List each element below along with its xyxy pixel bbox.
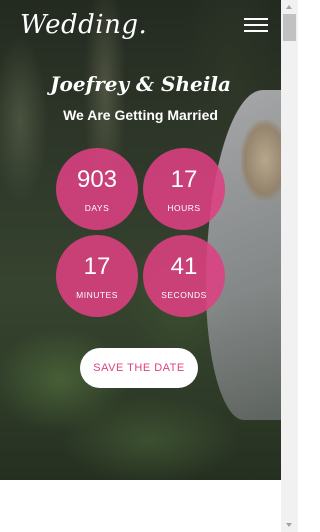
- hero-section: Wedding. Joefrey & Sheila We Are Getting…: [0, 0, 281, 480]
- countdown-hours-label: HOURS: [167, 203, 201, 213]
- couple-names: Joefrey & Sheila: [50, 72, 231, 96]
- scroll-up-arrow-icon[interactable]: [281, 0, 298, 14]
- countdown-days-value: 903: [76, 166, 118, 193]
- countdown-minutes: 17 MINUTES: [56, 235, 138, 317]
- tagline: We Are Getting Married: [63, 107, 218, 123]
- vertical-scrollbar[interactable]: [281, 0, 298, 532]
- save-the-date-button[interactable]: SAVE THE DATE: [80, 348, 198, 388]
- countdown-days: 903 DAYS: [56, 148, 138, 230]
- countdown-days-label: DAYS: [84, 203, 110, 213]
- countdown-minutes-label: MINUTES: [76, 290, 118, 300]
- site-logo[interactable]: Wedding.: [20, 10, 147, 40]
- countdown-seconds-value: 41: [170, 253, 198, 280]
- page-viewport: Wedding. Joefrey & Sheila We Are Getting…: [0, 0, 281, 532]
- countdown-seconds: 41 SECONDS: [143, 235, 225, 317]
- countdown-hours-value: 17: [170, 166, 198, 193]
- countdown-minutes-value: 17: [83, 253, 111, 280]
- hamburger-menu-button[interactable]: [244, 16, 268, 34]
- hamburger-icon: [244, 18, 268, 20]
- countdown-hours: 17 HOURS: [143, 148, 225, 230]
- scroll-down-arrow-icon[interactable]: [281, 518, 298, 532]
- scrollbar-thumb[interactable]: [283, 14, 296, 41]
- countdown-seconds-label: SECONDS: [161, 290, 207, 300]
